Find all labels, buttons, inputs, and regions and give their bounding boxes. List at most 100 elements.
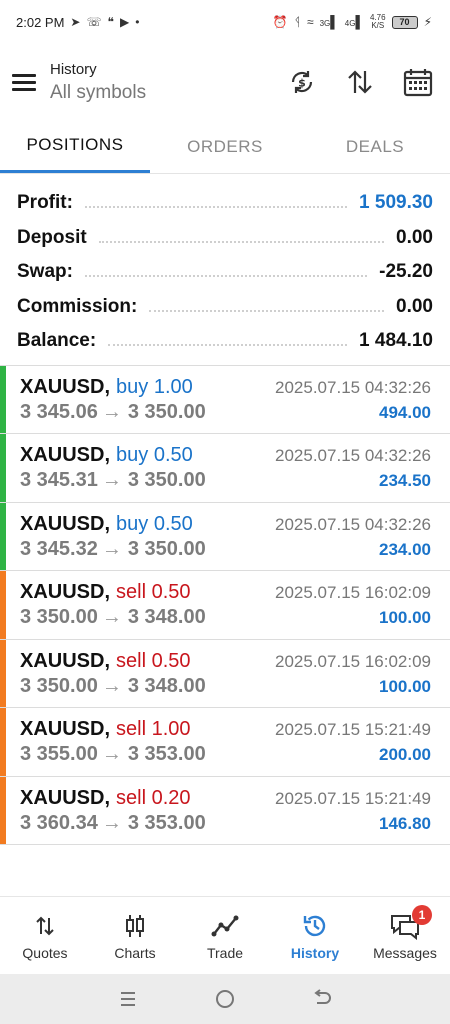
deal-symbol: XAUUSD, [20, 649, 111, 672]
open-price: 3 355.00 [20, 743, 98, 765]
status-bar: 2:02 PM ➤ ☏ ❝ ▶ • ⏰ ᛩ ≈ 3G▌ 4G▌ 4.76 K/S … [0, 0, 450, 44]
swap-label: Swap: [17, 261, 73, 283]
price-arrow-icon: → [101, 743, 122, 765]
close-price: 3 348.00 [127, 674, 206, 697]
tab-positions[interactable]: POSITIONS [0, 120, 150, 173]
dotted-leader [108, 336, 348, 347]
buy-indicator-bar [0, 365, 6, 433]
summary-balance-row: Balance: 1 484.10 [17, 324, 433, 359]
balance-value: 1 484.10 [359, 330, 433, 352]
nav-history[interactable]: History [270, 897, 360, 974]
sync-currency-icon: $ [291, 71, 313, 93]
nav-trade-label: Trade [206, 944, 244, 961]
summary-panel: Profit: 1 509.30 Deposit 0.00 Swap: -25.… [0, 174, 450, 366]
deal-row[interactable]: XAUUSD, sell 0.50 2025.07.15 16:02:09 3 35… [0, 639, 450, 708]
deal-symbol: XAUUSD, [20, 581, 111, 603]
wifi-icon: ≈ [307, 15, 314, 29]
deal-profit: 234.00 [379, 539, 431, 559]
deal-profit: 234.50 [379, 471, 431, 490]
messages-badge: 1 [412, 905, 432, 925]
sort-button[interactable] [344, 66, 376, 98]
commission-value: 0.00 [396, 295, 433, 317]
quotes-icon [36, 916, 54, 935]
tab-orders[interactable]: ORDERS [150, 120, 300, 173]
bluetooth-icon: ᛩ [293, 15, 302, 29]
profit-label: Profit: [17, 192, 73, 214]
deal-time: 2025.07.15 15:21:49 [275, 720, 431, 739]
status-bar-left: 2:02 PM ➤ ☏ ❝ ▶ • [16, 15, 139, 30]
system-nav-bar [0, 974, 450, 1024]
nav-trade[interactable]: Trade [180, 897, 270, 974]
open-price: 3 345.31 [20, 469, 98, 491]
deal-time: 2025.07.15 04:32:26 [275, 377, 431, 397]
calendar-icon [403, 69, 433, 97]
sell-indicator-bar [0, 708, 6, 776]
summary-swap-row: Swap: -25.20 [17, 255, 433, 290]
menu-icon[interactable] [12, 73, 36, 91]
nav-quotes-label: Quotes [22, 944, 68, 961]
nav-history-label: History [290, 944, 340, 961]
history-tabs: POSITIONS ORDERS DEALS [0, 120, 450, 174]
deal-symbol: XAUUSD, [20, 512, 111, 535]
home-icon [215, 990, 234, 1008]
deal-row[interactable]: XAUUSD, buy 1.00 2025.07.15 04:32:26 3 345… [0, 365, 450, 434]
header-title-block[interactable]: History All symbols [50, 61, 286, 104]
nav-messages[interactable]: 1 Messages [360, 897, 450, 974]
telegram-icon: ➤ [70, 15, 81, 29]
deal-direction: buy 0.50 [116, 444, 193, 466]
tab-deals[interactable]: DEALS [300, 120, 450, 173]
home-button[interactable] [205, 979, 245, 1019]
deal-row[interactable]: XAUUSD, buy 0.50 2025.07.15 04:32:26 3 345… [0, 434, 450, 503]
deal-profit: 494.00 [379, 402, 431, 422]
app-header: History All symbols $ [0, 44, 450, 120]
back-icon [313, 989, 331, 1004]
close-price: 3 353.00 [127, 743, 206, 765]
close-price: 3 348.00 [127, 606, 206, 628]
deal-time: 2025.07.15 16:02:09 [275, 583, 431, 602]
battery-icon: 70 [391, 15, 418, 29]
calendar-button[interactable] [402, 66, 434, 98]
open-price: 3 345.06 [20, 400, 98, 423]
deal-profit: 100.00 [379, 608, 431, 627]
back-button[interactable] [302, 979, 342, 1019]
quote-app-icon: ❝ [107, 15, 114, 29]
bottom-nav: Quotes Charts Trade History 1 Messages [0, 896, 450, 974]
open-price: 3 350.00 [20, 674, 98, 697]
deal-row[interactable]: XAUUSD, sell 1.00 2025.07.15 15:21:49 3 35… [0, 708, 450, 777]
sort-icon [348, 70, 372, 94]
recent-apps-button[interactable] [108, 979, 148, 1019]
deal-direction: buy 1.00 [116, 375, 193, 398]
sync-currency-button[interactable]: $ [286, 66, 318, 98]
balance-label: Balance: [17, 330, 97, 352]
deal-row[interactable]: XAUUSD, sell 0.50 2025.07.15 16:02:09 3 35… [0, 571, 450, 640]
net-speed: 4.76 K/S [369, 13, 386, 30]
deal-direction: sell 1.00 [116, 718, 191, 740]
deal-direction: buy 0.50 [116, 512, 193, 535]
status-bar-right: ⏰ ᛩ ≈ 3G▌ 4G▌ 4.76 K/S 70 ⚡ [273, 14, 432, 30]
deal-direction: sell 0.50 [116, 649, 191, 672]
nav-charts-label: Charts [114, 944, 156, 961]
nav-charts[interactable]: Charts [90, 897, 180, 974]
buy-indicator-bar [0, 502, 6, 570]
price-arrow-icon: → [101, 469, 122, 491]
deal-row[interactable]: XAUUSD, buy 0.50 2025.07.15 04:32:26 3 345… [0, 502, 450, 571]
deal-time: 2025.07.15 16:02:09 [275, 651, 431, 671]
header-actions: $ [286, 66, 434, 98]
charging-icon: ⚡ [423, 15, 432, 29]
alarm-icon: ⏰ [272, 15, 288, 29]
deal-profit: 146.80 [379, 813, 431, 833]
sell-indicator-bar [0, 639, 6, 707]
nav-quotes[interactable]: Quotes [0, 897, 90, 974]
summary-profit-row: Profit: 1 509.30 [17, 186, 433, 221]
deal-time: 2025.07.15 04:32:26 [275, 514, 431, 534]
close-price: 3 350.00 [127, 537, 206, 560]
notification-dot-icon: • [135, 15, 140, 29]
close-price: 3 350.00 [127, 469, 206, 491]
svg-text:$: $ [298, 77, 306, 90]
deal-symbol: XAUUSD, [20, 786, 111, 809]
open-price: 3 360.34 [20, 811, 98, 834]
deals-list: XAUUSD, buy 1.00 2025.07.15 04:32:26 3 345… [0, 365, 450, 845]
deal-row[interactable]: XAUUSD, sell 0.20 2025.07.15 15:21:49 3 36… [0, 776, 450, 845]
page-title: History [50, 60, 97, 78]
price-arrow-icon: → [101, 606, 122, 628]
